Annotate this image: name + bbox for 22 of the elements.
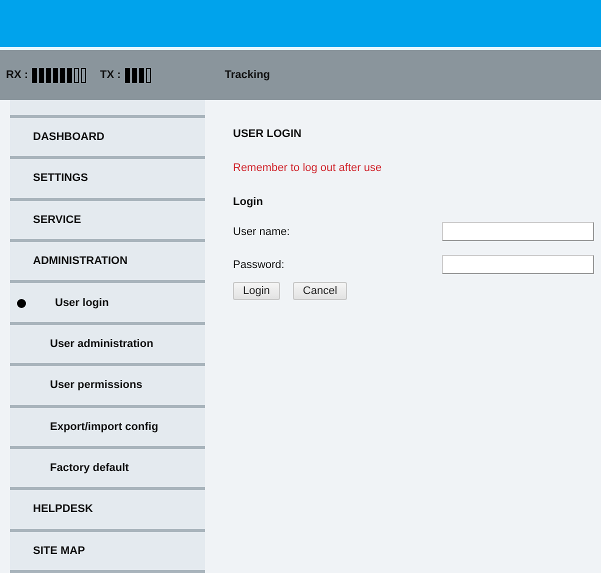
- menu-item[interactable]: ADMINISTRATION: [10, 242, 205, 284]
- rx-label: RX :: [6, 69, 28, 81]
- login-button[interactable]: Login: [233, 282, 280, 300]
- username-field[interactable]: [442, 222, 594, 241]
- submenu-item[interactable]: User permissions: [10, 366, 205, 408]
- field-label: Password:: [233, 258, 284, 270]
- page-title: USER LOGIN: [233, 128, 302, 140]
- menu-item[interactable]: SITE MAP: [10, 532, 205, 573]
- mode-label: Tracking: [224, 69, 270, 81]
- submenu-item[interactable]: Factory default: [10, 448, 205, 490]
- submenu-item[interactable]: User administration: [10, 324, 205, 366]
- submenu-item[interactable]: Export/import config: [10, 408, 205, 449]
- menu-item[interactable]: HELPDESK: [10, 490, 205, 532]
- tx-label: TX :: [100, 69, 121, 81]
- submenu-item[interactable]: User login: [10, 283, 205, 325]
- warning-text: Remember to log out after use: [233, 162, 383, 174]
- menu-item[interactable]: SETTINGS: [10, 159, 205, 201]
- menu-item[interactable]: SERVICE: [10, 200, 205, 242]
- section-title: Login: [233, 196, 264, 208]
- password-field[interactable]: [442, 255, 594, 274]
- cancel-button[interactable]: Cancel: [292, 282, 348, 300]
- field-label: User name:: [233, 226, 290, 238]
